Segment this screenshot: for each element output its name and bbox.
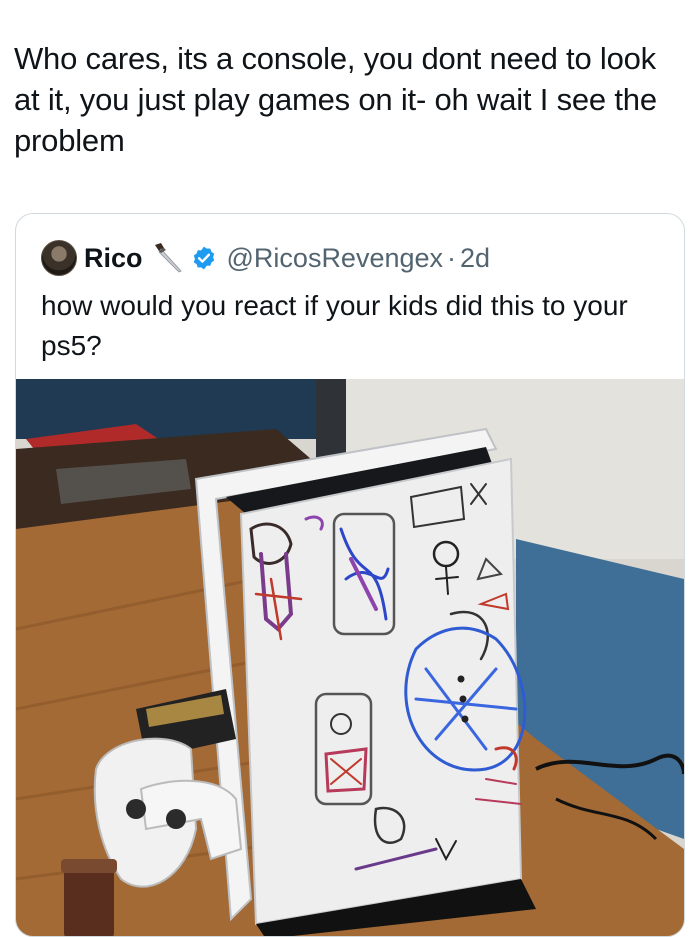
post-text: Who cares, its a console, you dont need … bbox=[14, 41, 657, 158]
quoted-tweet-text: how would you react if your kids did thi… bbox=[41, 290, 628, 361]
timestamp[interactable]: 2d bbox=[460, 243, 490, 274]
display-name[interactable]: Rico bbox=[84, 243, 143, 274]
knife-icon bbox=[154, 243, 182, 273]
separator-dot: · bbox=[447, 242, 457, 273]
quoted-tweet-header: Rico @RicosRevengex · 2d bbox=[41, 238, 490, 278]
tweet-photo[interactable] bbox=[16, 379, 684, 936]
avatar[interactable] bbox=[41, 240, 77, 276]
verified-badge-icon bbox=[193, 246, 214, 270]
quoted-tweet-card[interactable]: Rico @RicosRevengex · 2d how would you r… bbox=[15, 213, 685, 937]
user-handle[interactable]: @RicosRevengex bbox=[227, 243, 444, 274]
